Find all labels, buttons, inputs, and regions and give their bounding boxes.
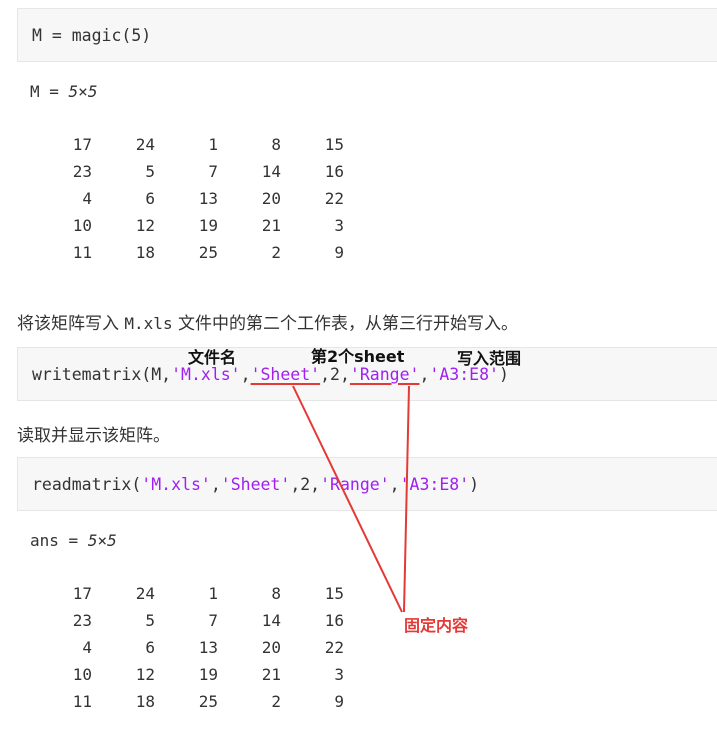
- matrix-cell: 20: [261, 638, 281, 657]
- output-var: M: [30, 82, 40, 101]
- matrix-cell: 18: [135, 692, 155, 711]
- arg-addr: 'A3:E8': [399, 475, 470, 494]
- matrix-cell: 10: [72, 216, 92, 235]
- matrix-cell: 21: [261, 665, 281, 684]
- matrix-cell: 6: [145, 189, 155, 208]
- matrix-cell: 24: [135, 135, 155, 154]
- matrix-output-m: 17 24 1 8 15 23 5 7 14 16 4 6 13 20 22 10 12 19 21 3 11 18 25 2…: [52, 131, 344, 266]
- annotation-sheet2: 第2个sheet: [311, 347, 405, 366]
- matrix-cell: 10: [72, 665, 92, 684]
- matrix-cell: 17: [72, 584, 92, 603]
- matrix-output-ans: 17 24 1 8 15 23 5 7 14 16 4 6 13 20 22 10 12 19 21 3 11 18 25 2…: [52, 580, 344, 715]
- matrix-cell: 13: [198, 189, 218, 208]
- annotation-fixed-content: 固定内容: [404, 616, 469, 635]
- matrix-cell: 25: [198, 243, 218, 262]
- output-header-ans: ans = 5×5: [30, 531, 117, 550]
- matrix-cell: 22: [324, 189, 344, 208]
- annotation-file-name: 文件名: [188, 348, 237, 367]
- matrix-cell: 1: [208, 135, 218, 154]
- matrix-cell: 5: [145, 162, 155, 181]
- matrix-cell: 15: [324, 584, 344, 603]
- matrix-cell: 1: [208, 584, 218, 603]
- matrix-cell: 20: [261, 189, 281, 208]
- matrix-cell: 7: [208, 611, 218, 630]
- matrix-row: 11 18 25 2 9: [52, 688, 344, 715]
- matrix-row: 23 5 7 14 16: [52, 607, 344, 634]
- code-comma: ,: [210, 475, 221, 494]
- code-mid: ,2,: [320, 365, 350, 384]
- code-comma: ,: [419, 365, 430, 384]
- matrix-cell: 2: [271, 243, 281, 262]
- matrix-cell: 16: [324, 162, 344, 181]
- matrix-cell: 8: [271, 135, 281, 154]
- arg-sheet: 'Sheet': [250, 365, 321, 384]
- matrix-cell: 13: [198, 638, 218, 657]
- matrix-cell: 5: [145, 611, 155, 630]
- matrix-cell: 8: [271, 584, 281, 603]
- matrix-row: 10 12 19 21 3: [52, 661, 344, 688]
- matrix-cell: 19: [198, 216, 218, 235]
- matrix-cell: 12: [135, 665, 155, 684]
- output-eq: =: [39, 82, 69, 101]
- arg-range: 'Range': [320, 475, 390, 494]
- matrix-cell: 3: [334, 216, 344, 235]
- matrix-cell: 4: [82, 638, 92, 657]
- matrix-cell: 2: [271, 692, 281, 711]
- matrix-cell: 11: [72, 243, 92, 262]
- code-close: ): [469, 475, 480, 494]
- matrix-cell: 7: [208, 162, 218, 181]
- code-line[interactable]: M = magic(5): [32, 26, 151, 46]
- output-dims: 5×5: [68, 82, 98, 101]
- output-eq: =: [58, 531, 88, 550]
- matrix-cell: 15: [324, 135, 344, 154]
- matrix-cell: 6: [145, 638, 155, 657]
- code-fn: readmatrix(: [32, 475, 142, 494]
- matrix-row: 23 5 7 14 16: [52, 158, 344, 185]
- description-write: 将该矩阵写入 M.xls 文件中的第二个工作表，从第三行开始写入。: [17, 309, 518, 334]
- matrix-cell: 14: [261, 162, 281, 181]
- code-line[interactable]: writematrix(M,'M.xls','Sheet',2,'Range',…: [32, 365, 509, 385]
- matrix-cell: 25: [198, 692, 218, 711]
- matrix-cell: 23: [72, 162, 92, 181]
- matrix-row: 4 6 13 20 22: [52, 634, 344, 661]
- matrix-cell: 24: [135, 584, 155, 603]
- matrix-row: 10 12 19 21 3: [52, 212, 344, 239]
- annotation-write-range: 写入范围: [457, 349, 522, 368]
- matrix-cell: 3: [334, 665, 344, 684]
- matrix-cell: 12: [135, 216, 155, 235]
- matrix-cell: 23: [72, 611, 92, 630]
- arg-file: 'M.xls': [141, 475, 211, 494]
- code-fn: writematrix(M,: [32, 365, 172, 384]
- matrix-cell: 17: [72, 135, 92, 154]
- matrix-cell: 4: [82, 189, 92, 208]
- matrix-row: 17 24 1 8 15: [52, 131, 344, 158]
- matrix-cell: 19: [198, 665, 218, 684]
- code-line[interactable]: readmatrix('M.xls','Sheet',2,'Range','A3…: [32, 475, 479, 495]
- inline-code: M.xls: [124, 314, 173, 333]
- code-comma: ,: [389, 475, 400, 494]
- arg-sheet: 'Sheet': [220, 475, 291, 494]
- matrix-cell: 14: [261, 611, 281, 630]
- matrix-cell: 21: [261, 216, 281, 235]
- matrix-cell: 16: [324, 611, 344, 630]
- output-header-m: M = 5×5: [30, 82, 97, 101]
- para-text: 将该矩阵写入: [17, 314, 125, 334]
- description-read: 读取并显示该矩阵。: [17, 426, 170, 446]
- matrix-cell: 22: [324, 638, 344, 657]
- output-dims: 5×5: [87, 531, 117, 550]
- code-mid: ,2,: [290, 475, 321, 494]
- matrix-cell: 18: [135, 243, 155, 262]
- matrix-cell: 9: [334, 692, 344, 711]
- matrix-cell: 11: [72, 692, 92, 711]
- matrix-cell: 9: [334, 243, 344, 262]
- code-block-readmatrix[interactable]: readmatrix('M.xls','Sheet',2,'Range','A3…: [17, 457, 717, 511]
- matrix-row: 4 6 13 20 22: [52, 185, 344, 212]
- code-comma: ,: [240, 365, 251, 384]
- para-text: 文件中的第二个工作表，从第三行开始写入。: [172, 314, 518, 334]
- arg-range: 'Range': [349, 365, 420, 384]
- output-var: ans: [30, 531, 59, 550]
- matrix-row: 11 18 25 2 9: [52, 239, 344, 266]
- matrix-row: 17 24 1 8 15: [52, 580, 344, 607]
- code-block-magic[interactable]: M = magic(5): [17, 8, 717, 62]
